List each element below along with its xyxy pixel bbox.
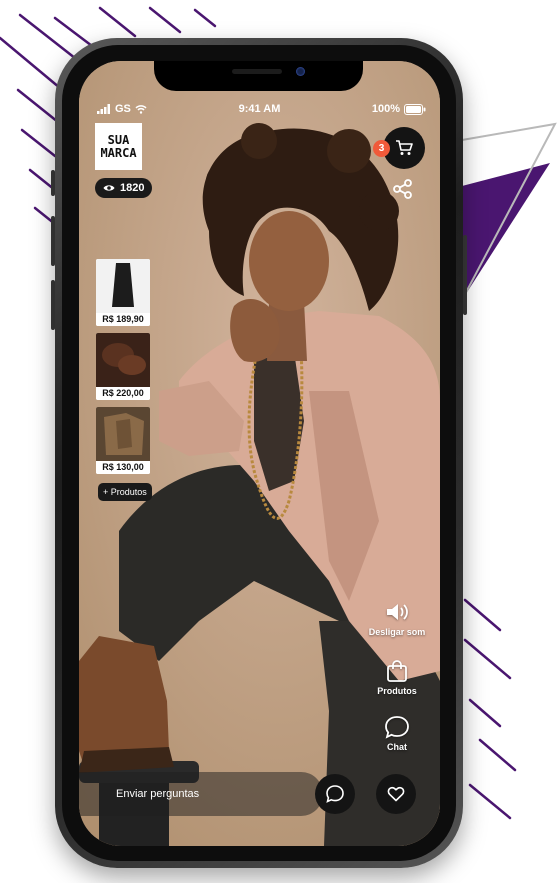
battery-percent: 100% (371, 103, 400, 115)
heart-icon (387, 786, 405, 802)
battery-icon (404, 103, 426, 115)
viewer-count: 1820 (120, 182, 145, 194)
product-price: R$ 220,00 (96, 387, 150, 400)
mute-sound-label: Desligar som (368, 627, 426, 637)
share-icon[interactable] (392, 178, 414, 200)
cart-icon (396, 140, 413, 155)
like-button[interactable] (376, 774, 416, 814)
product-thumbnail-skirt (96, 259, 150, 313)
more-products-button[interactable]: + Produtos (98, 483, 152, 501)
chat-action-label: Chat (387, 742, 407, 752)
shopping-bag-icon (387, 660, 407, 682)
product-price: R$ 130,00 (96, 461, 150, 474)
front-camera (296, 67, 305, 76)
product-thumbnail-jacket (96, 407, 150, 461)
products-action-button[interactable]: Produtos (373, 659, 421, 696)
phone-notch (154, 61, 363, 91)
products-action-label: Produtos (377, 686, 417, 696)
send-question-button[interactable] (315, 774, 355, 814)
chat-icon (326, 785, 344, 803)
status-right: 100% (372, 103, 426, 115)
product-thumbnail-boots (96, 333, 150, 387)
product-price: R$ 189,90 (96, 313, 150, 326)
question-input[interactable]: Enviar perguntas (79, 772, 323, 816)
phone-power-button (463, 235, 467, 315)
product-list: R$ 189,90 R$ 220,00 R$ 130,00 (96, 259, 150, 474)
cart-badge: 3 (373, 140, 390, 157)
eye-icon (103, 185, 115, 191)
viewer-count-badge: 1820 (95, 178, 153, 198)
speaker-grille (232, 69, 282, 74)
product-card[interactable]: R$ 220,00 (96, 333, 150, 400)
question-input-placeholder: Enviar perguntas (116, 788, 200, 800)
chat-action-button[interactable]: Chat (373, 715, 421, 752)
live-shopping-screen: GS 9:41 AM 100% SUA MARCA 1820 3 R$ 189,… (79, 61, 440, 846)
brand-logo-line1: SUA (107, 132, 130, 147)
chat-bubble-icon (385, 716, 409, 739)
cart-button[interactable]: 3 (373, 127, 425, 169)
status-bar: GS 9:41 AM 100% (79, 101, 440, 117)
brand-logo[interactable]: SUA MARCA (95, 123, 142, 170)
product-card[interactable]: R$ 189,90 (96, 259, 150, 326)
mute-sound-button[interactable]: Desligar som (365, 601, 429, 637)
product-card[interactable]: R$ 130,00 (96, 407, 150, 474)
brand-logo-line2: MARCA (100, 145, 137, 160)
speaker-icon (387, 604, 408, 620)
